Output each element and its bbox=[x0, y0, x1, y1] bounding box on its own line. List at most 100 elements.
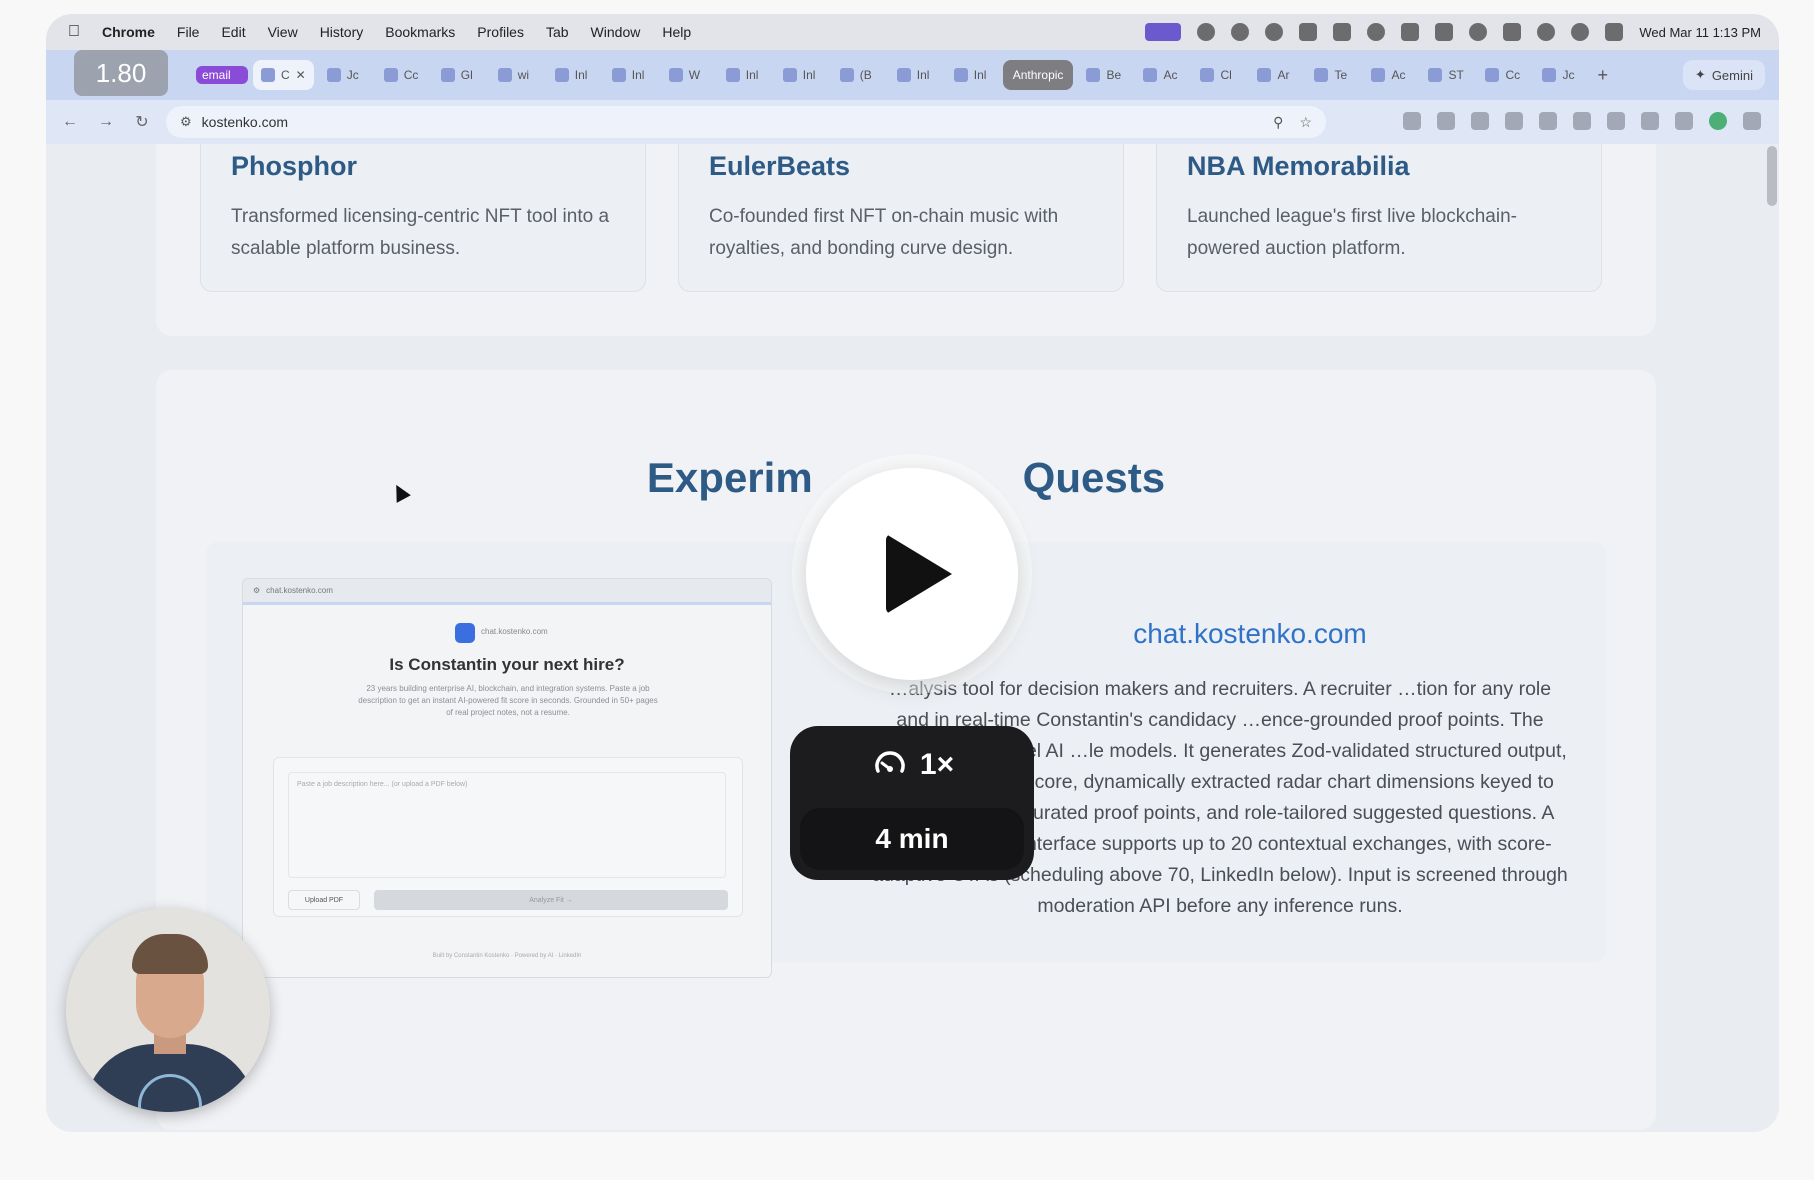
tab-group-anthropic[interactable]: Anthropic bbox=[1002, 60, 1074, 90]
back-arrow-icon[interactable]: ← bbox=[58, 113, 82, 131]
screenshot-heading: Is Constantin your next hire? bbox=[389, 655, 625, 674]
tab[interactable]: Cc bbox=[1477, 60, 1529, 90]
user-icon[interactable] bbox=[1469, 23, 1488, 41]
tab[interactable]: Inl bbox=[946, 60, 998, 90]
screenshot-subtext: 23 years building enterprise AI, blockch… bbox=[358, 684, 658, 717]
extension-icon[interactable] bbox=[1437, 112, 1455, 130]
keyboard-input-icon[interactable] bbox=[1435, 23, 1454, 41]
spotlight-search-icon[interactable] bbox=[1571, 23, 1590, 41]
tab[interactable]: Ar bbox=[1249, 60, 1301, 90]
project-card-desc: Transformed licensing-centric NFT tool i… bbox=[231, 206, 610, 259]
screen-record-icon[interactable] bbox=[1145, 23, 1182, 41]
tab-favicon-icon bbox=[383, 68, 398, 82]
reload-icon[interactable]: ↻ bbox=[130, 112, 154, 132]
address-bar-url: kostenko.com bbox=[201, 114, 289, 130]
presenter-webcam-bubble[interactable] bbox=[66, 908, 270, 1112]
tab-group-email[interactable]: email bbox=[196, 66, 248, 84]
forward-arrow-icon[interactable]: → bbox=[94, 113, 118, 131]
gemini-button[interactable]: ✦ Gemini bbox=[1682, 60, 1765, 90]
extension-icon[interactable] bbox=[1607, 112, 1625, 130]
layers-extension-icon[interactable] bbox=[1573, 112, 1591, 130]
kebab-menu-icon[interactable] bbox=[1743, 112, 1761, 130]
tab[interactable]: wi bbox=[490, 60, 542, 90]
tab-favicon-icon bbox=[1143, 68, 1158, 82]
experiment-link[interactable]: chat.kostenko.com bbox=[950, 618, 1550, 650]
menu-bar-clock[interactable]: Wed Mar 11 1:13 PM bbox=[1639, 25, 1761, 40]
tab[interactable]: Te bbox=[1306, 60, 1358, 90]
tab[interactable]: Inl bbox=[889, 60, 941, 90]
address-bar[interactable]: ⚙ kostenko.com ⚲ ☆ bbox=[166, 106, 1326, 138]
menu-help[interactable]: Help bbox=[662, 24, 691, 40]
tab[interactable]: Inl bbox=[718, 60, 770, 90]
menu-app-chrome[interactable]: Chrome bbox=[102, 24, 155, 40]
menu-tab[interactable]: Tab bbox=[546, 24, 569, 40]
new-tab-button[interactable]: + bbox=[1597, 65, 1608, 86]
gemini-sparkle-icon: ✦ bbox=[1694, 67, 1706, 82]
tab-active[interactable]: C ✕ bbox=[253, 60, 314, 90]
tab-favicon-icon bbox=[668, 68, 683, 82]
puzzle-extensions-icon[interactable] bbox=[1641, 112, 1659, 130]
tab[interactable]: Ac bbox=[1363, 60, 1415, 90]
screenshot-site-icon: ⚙ bbox=[253, 586, 261, 595]
cloud-icon[interactable] bbox=[1231, 23, 1250, 41]
control-center-icon[interactable] bbox=[1605, 23, 1624, 41]
project-card-title: Phosphor bbox=[231, 151, 357, 181]
project-screenshot[interactable]: ⚙ chat.kostenko.com chat.kostenko.com Is… bbox=[242, 578, 772, 978]
site-settings-icon[interactable]: ⚙ bbox=[180, 114, 192, 130]
tab-close-icon[interactable]: ✕ bbox=[296, 68, 306, 82]
tab[interactable]: Jc bbox=[1534, 60, 1586, 90]
screenshot-textarea: Paste a job description here... (or uplo… bbox=[288, 772, 726, 878]
tab[interactable]: Ac bbox=[1135, 60, 1187, 90]
profile-avatar[interactable] bbox=[1709, 112, 1727, 130]
screenshot-url: chat.kostenko.com bbox=[266, 586, 333, 595]
tab-label: wi bbox=[517, 68, 530, 82]
tab[interactable]: Jc bbox=[319, 60, 371, 90]
menu-history[interactable]: History bbox=[320, 24, 364, 40]
tab[interactable]: Cl bbox=[1192, 60, 1244, 90]
tab-label: Cl bbox=[1220, 68, 1232, 82]
wifi-icon[interactable] bbox=[1537, 23, 1556, 41]
screenshot-footer: Built by Constantin Kostenko · Powered b… bbox=[432, 953, 582, 959]
playback-speed-button[interactable]: 1× bbox=[790, 726, 1034, 804]
bookmark-star-icon[interactable]: ☆ bbox=[1299, 114, 1312, 131]
browser-toolbar: ← → ↻ ⚙ kostenko.com ⚲ ☆ bbox=[46, 100, 1779, 144]
menu-profiles[interactable]: Profiles bbox=[477, 24, 524, 40]
side-panel-icon[interactable] bbox=[1675, 112, 1693, 130]
battery-icon[interactable] bbox=[1503, 23, 1522, 41]
metamask-extension-icon[interactable] bbox=[1403, 112, 1421, 130]
tab[interactable]: Cc bbox=[376, 60, 428, 90]
zoom-icon[interactable]: ⚲ bbox=[1273, 114, 1283, 131]
menu-edit[interactable]: Edit bbox=[221, 24, 245, 40]
tab[interactable]: Gl bbox=[433, 60, 485, 90]
tab-favicon-icon bbox=[1542, 68, 1557, 82]
tab-favicon-icon bbox=[1200, 68, 1215, 82]
zoom-level-badge: 1.80 bbox=[74, 50, 168, 96]
tab[interactable]: Inl bbox=[604, 60, 656, 90]
window-icon[interactable] bbox=[1401, 23, 1420, 41]
notion-extension-icon[interactable] bbox=[1505, 112, 1523, 130]
menu-view[interactable]: View bbox=[268, 24, 298, 40]
tab[interactable]: ST bbox=[1420, 60, 1472, 90]
project-card-title: EulerBeats bbox=[709, 151, 851, 181]
extension-icon[interactable] bbox=[1539, 112, 1557, 130]
triangle-icon[interactable] bbox=[1333, 23, 1352, 41]
page-scrollbar[interactable] bbox=[1767, 146, 1777, 206]
tab[interactable]: Inl bbox=[775, 60, 827, 90]
app-status-icon[interactable] bbox=[1299, 23, 1318, 41]
password-manager-extension-icon[interactable] bbox=[1471, 112, 1489, 130]
tab-label: Ac bbox=[1391, 68, 1406, 82]
tab[interactable]: W bbox=[661, 60, 713, 90]
tab[interactable]: Be bbox=[1078, 60, 1130, 90]
menu-bookmarks[interactable]: Bookmarks bbox=[385, 24, 455, 40]
record-icon[interactable] bbox=[1367, 23, 1386, 41]
tab[interactable]: (B bbox=[832, 60, 884, 90]
menu-window[interactable]: Window bbox=[591, 24, 641, 40]
menu-file[interactable]: File bbox=[177, 24, 200, 40]
screenshot-brand: chat.kostenko.com bbox=[481, 627, 548, 636]
sparkle-icon[interactable] bbox=[1197, 23, 1216, 41]
apple-icon[interactable]:  bbox=[68, 23, 80, 41]
tab[interactable]: Inl bbox=[547, 60, 599, 90]
password-icon[interactable] bbox=[1265, 23, 1284, 41]
play-button[interactable] bbox=[806, 468, 1018, 680]
tab-favicon-icon bbox=[896, 68, 911, 82]
